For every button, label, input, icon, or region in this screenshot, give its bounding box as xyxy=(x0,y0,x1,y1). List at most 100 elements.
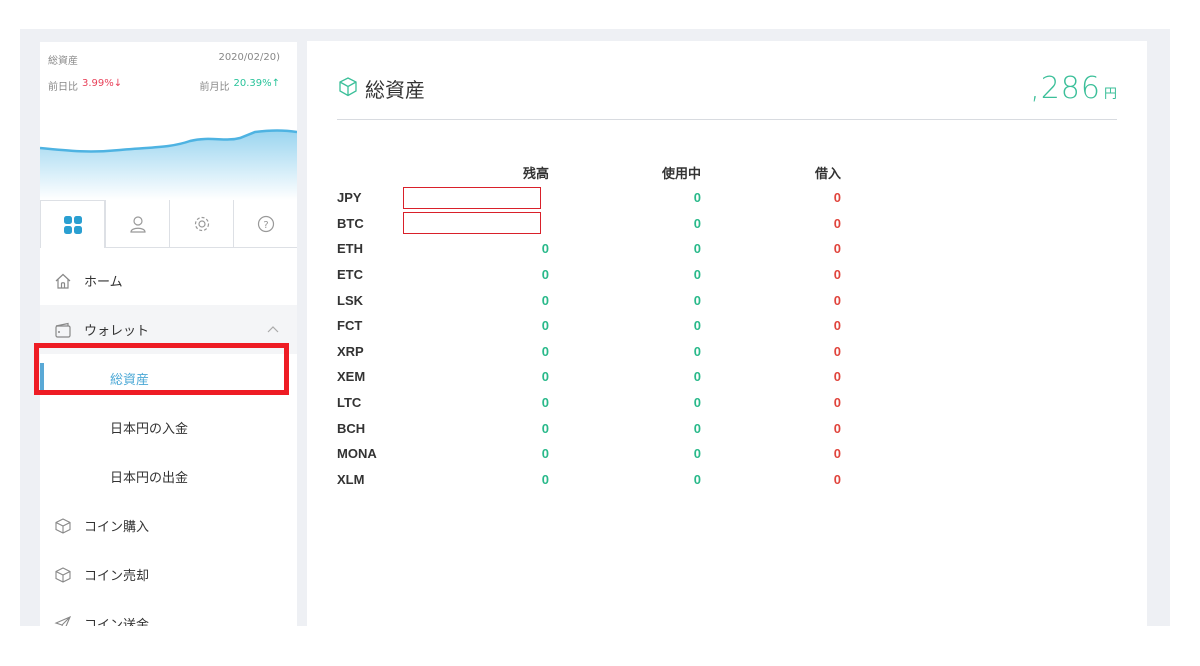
total-assets-value: ,286 円 xyxy=(1030,71,1117,106)
send-icon xyxy=(54,615,72,626)
month-change-label: 前月比 xyxy=(199,82,230,93)
tab-account[interactable] xyxy=(105,200,169,248)
sidebar-item-label: コイン送金 xyxy=(84,618,150,626)
balance-cell: 0 xyxy=(541,241,549,257)
redaction-box xyxy=(403,212,541,235)
sidebar-item-sell-coin[interactable]: コイン売却 xyxy=(40,550,297,599)
in-use-cell: 0 xyxy=(693,190,701,206)
currency-cell: XEM xyxy=(337,369,366,385)
tab-help[interactable]: ? xyxy=(233,200,297,248)
currency-cell: ETC xyxy=(337,267,363,283)
balance-cell xyxy=(397,185,557,211)
borrowed-cell: 0 xyxy=(833,471,841,487)
currency-cell: LTC xyxy=(337,395,362,411)
balance-cell: 0 xyxy=(541,292,549,308)
table-row: XLM 0 0 0 xyxy=(337,467,847,493)
total-amount: ,286 xyxy=(1030,71,1101,106)
table-row: FCT 0 0 0 xyxy=(337,313,847,339)
balance-cell: 0 xyxy=(541,395,549,411)
total-unit: 円 xyxy=(1103,87,1117,102)
header-in-use: 使用中 xyxy=(661,165,701,181)
sidebar-item-jpy-withdraw[interactable]: 日本円の出金 xyxy=(40,452,297,501)
sidebar: 総資産 2020/02/20) 前日比 3.99%↓ 前月比 20.39%↑ ?… xyxy=(40,42,297,626)
currency-cell: MONA xyxy=(337,446,377,462)
table-row: JPY 0 0 xyxy=(337,185,847,211)
table-row: ETH 0 0 0 xyxy=(337,236,847,262)
gear-icon xyxy=(191,213,213,235)
borrowed-cell: 0 xyxy=(833,267,841,283)
in-use-cell: 0 xyxy=(693,446,701,462)
borrowed-cell: 0 xyxy=(833,318,841,334)
page-header: 総資産 xyxy=(337,74,425,103)
day-change-label: 前日比 xyxy=(48,82,78,93)
summary-date: 2020/02/20) xyxy=(218,52,280,63)
header-borrowed: 借入 xyxy=(814,165,841,181)
help-icon: ? xyxy=(255,213,277,235)
sidebar-item-total-assets[interactable]: 総資産 xyxy=(40,354,297,403)
in-use-cell: 0 xyxy=(693,241,701,257)
asset-sparkline xyxy=(40,129,297,200)
tab-settings[interactable] xyxy=(169,200,233,248)
sidebar-item-send-coin[interactable]: コイン送金 xyxy=(40,599,297,626)
divider xyxy=(337,119,1117,120)
day-change: 前日比 3.99%↓ xyxy=(48,78,122,93)
sidebar-menu: ホーム ウォレット 総資産 日本円の入金 日本円の出金 コイン購入 コイン売却 … xyxy=(40,256,297,626)
currency-cell: ETH xyxy=(337,241,363,257)
sidebar-item-label: コイン売却 xyxy=(84,569,150,584)
svg-text:?: ? xyxy=(263,220,268,231)
table-row: LTC 0 0 0 xyxy=(337,390,847,416)
borrowed-cell: 0 xyxy=(833,446,841,462)
asset-summary: 総資産 2020/02/20) 前日比 3.99%↓ 前月比 20.39%↑ xyxy=(40,42,297,200)
summary-changes: 前日比 3.99%↓ 前月比 20.39%↑ xyxy=(48,78,280,93)
borrowed-cell: 0 xyxy=(833,292,841,308)
currency-cell: BCH xyxy=(337,420,366,436)
borrowed-cell: 0 xyxy=(833,215,841,231)
sidebar-item-label: コイン購入 xyxy=(84,520,150,535)
table-row: XRP 0 0 0 xyxy=(337,339,847,365)
in-use-cell: 0 xyxy=(693,318,701,334)
balance-cell: 0 xyxy=(541,446,549,462)
wallet-icon xyxy=(54,321,72,339)
balance-cell: 0 xyxy=(541,369,549,385)
sidebar-item-wallet[interactable]: ウォレット xyxy=(40,305,297,354)
grid-icon xyxy=(62,214,84,236)
balance-cell: 0 xyxy=(541,420,549,436)
in-use-cell: 0 xyxy=(693,215,701,231)
sidebar-item-label: ウォレット xyxy=(84,324,150,339)
chevron-up-icon[interactable] xyxy=(267,322,279,337)
balance-cell: 0 xyxy=(541,318,549,334)
app-frame: 総資産 2020/02/20) 前日比 3.99%↓ 前月比 20.39%↑ ?… xyxy=(20,29,1170,626)
home-icon xyxy=(54,272,72,290)
sidebar-tabs: ? xyxy=(40,200,297,248)
sidebar-item-label: 日本円の入金 xyxy=(110,422,189,437)
borrowed-cell: 0 xyxy=(833,420,841,436)
sidebar-item-home[interactable]: ホーム xyxy=(40,256,297,305)
balance-cell: 0 xyxy=(541,471,549,487)
currency-cell: LSK xyxy=(337,292,363,308)
table-row: XEM 0 0 0 xyxy=(337,364,847,390)
page-title: 総資産 xyxy=(365,78,425,102)
table-header-row: 残高 使用中 借入 xyxy=(337,159,847,185)
in-use-cell: 0 xyxy=(693,267,701,283)
in-use-cell: 0 xyxy=(693,471,701,487)
balance-cell xyxy=(397,211,557,237)
balance-table: 残高 使用中 借入 JPY 0 0 BTC 0 0 ETH 0 0 0 ETC … xyxy=(337,159,847,492)
box-icon xyxy=(54,517,72,535)
redaction-box xyxy=(403,186,541,209)
sidebar-item-label: ホーム xyxy=(84,275,123,290)
table-row: ETC 0 0 0 xyxy=(337,262,847,288)
sidebar-item-jpy-deposit[interactable]: 日本円の入金 xyxy=(40,403,297,452)
currency-cell: XRP xyxy=(337,343,364,359)
month-change-value: 20.39%↑ xyxy=(233,78,280,89)
balance-cell: 0 xyxy=(541,343,549,359)
box-icon xyxy=(337,76,359,102)
in-use-cell: 0 xyxy=(693,420,701,436)
box-icon xyxy=(54,566,72,584)
sidebar-item-buy-coin[interactable]: コイン購入 xyxy=(40,501,297,550)
table-row: MONA 0 0 0 xyxy=(337,441,847,467)
tab-dashboard[interactable] xyxy=(40,200,105,248)
currency-cell: BTC xyxy=(337,215,364,231)
in-use-cell: 0 xyxy=(693,369,701,385)
borrowed-cell: 0 xyxy=(833,343,841,359)
borrowed-cell: 0 xyxy=(833,369,841,385)
